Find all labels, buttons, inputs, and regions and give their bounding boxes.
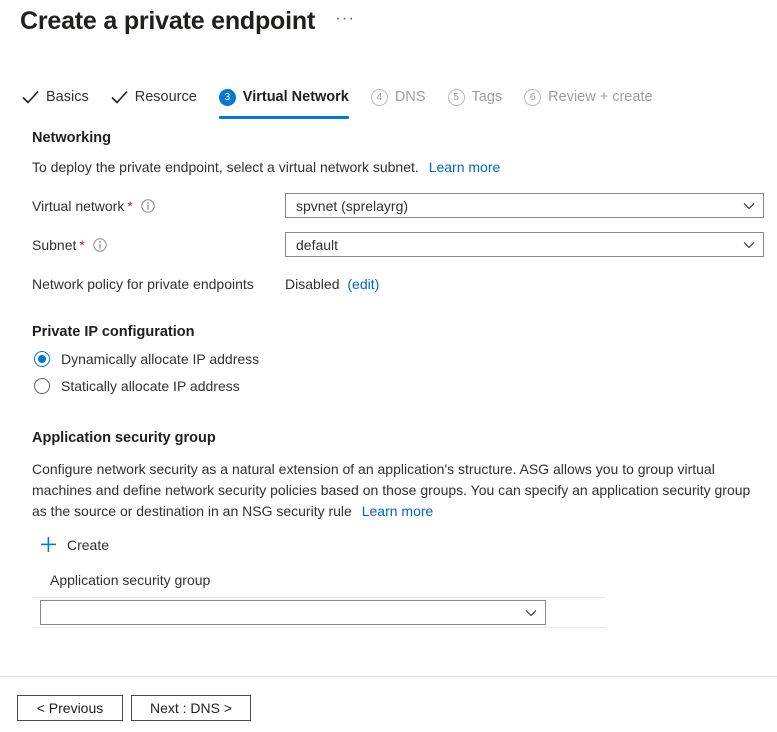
asg-learn-more-link[interactable]: Learn more xyxy=(362,503,434,519)
check-icon xyxy=(111,90,128,104)
tab-virtual-network[interactable]: 3 Virtual Network xyxy=(218,82,349,119)
asg-select-dropdown[interactable] xyxy=(40,600,546,625)
radio-static-ip[interactable]: Statically allocate IP address xyxy=(34,378,240,394)
active-tab-underline xyxy=(218,116,349,119)
network-policy-value: Disabled xyxy=(285,276,340,292)
required-asterisk: * xyxy=(127,198,133,214)
tab-label: Basics xyxy=(46,89,89,105)
plus-icon xyxy=(41,537,56,552)
network-policy-value-group: Disabled (edit) xyxy=(285,274,379,295)
subnet-label: Subnet * xyxy=(32,237,107,253)
virtual-network-dropdown[interactable]: spvnet (sprelayrg) xyxy=(285,193,764,218)
create-asg-button[interactable]: Create xyxy=(40,536,109,553)
required-asterisk: * xyxy=(79,237,85,253)
step-number-badge: 6 xyxy=(524,88,542,106)
wizard-tabs: Basics Resource 3 Virtual Network 4 DNS … xyxy=(22,82,675,119)
network-policy-label-text: Network policy for private endpoints xyxy=(32,276,254,292)
next-dns-button[interactable]: Next : DNS > xyxy=(131,695,251,721)
radio-indicator xyxy=(34,378,50,394)
chevron-down-icon xyxy=(743,241,755,248)
tab-resource[interactable]: Resource xyxy=(111,82,197,116)
asg-column-header: Application security group xyxy=(50,572,211,588)
networking-heading: Networking xyxy=(32,130,111,146)
tab-basics[interactable]: Basics xyxy=(22,82,89,116)
chevron-down-icon xyxy=(525,609,537,616)
step-number-badge: 4 xyxy=(370,88,388,106)
tab-dns[interactable]: 4 DNS xyxy=(370,82,426,116)
asg-heading: Application security group xyxy=(32,430,216,446)
more-options-icon[interactable]: ··· xyxy=(335,9,355,30)
networking-description-text: To deploy the private endpoint, select a… xyxy=(32,159,419,175)
asg-row-divider xyxy=(32,627,605,628)
tab-label: Tags xyxy=(471,89,503,105)
page-header: Create a private endpoint ··· xyxy=(20,6,355,36)
network-policy-edit-link[interactable]: (edit) xyxy=(347,276,379,292)
info-icon[interactable] xyxy=(141,199,155,213)
step-number-badge: 5 xyxy=(447,88,465,106)
asg-header-divider xyxy=(32,597,605,598)
step-number-badge: 3 xyxy=(218,88,236,106)
tab-label: Review + create xyxy=(548,89,653,105)
chevron-down-icon xyxy=(743,202,755,209)
tab-review-create[interactable]: 6 Review + create xyxy=(524,82,653,116)
previous-button[interactable]: < Previous xyxy=(17,695,123,721)
subnet-dropdown[interactable]: default xyxy=(285,232,764,257)
private-ip-heading: Private IP configuration xyxy=(32,324,195,340)
create-asg-label: Create xyxy=(67,536,110,553)
tab-label: Virtual Network xyxy=(242,89,349,105)
networking-description: To deploy the private endpoint, select a… xyxy=(32,157,732,178)
virtual-network-value: spvnet (sprelayrg) xyxy=(296,197,409,214)
virtual-network-label-text: Virtual network xyxy=(32,198,125,214)
subnet-value: default xyxy=(296,236,339,253)
radio-label: Dynamically allocate IP address xyxy=(61,351,260,367)
radio-label: Statically allocate IP address xyxy=(61,378,240,394)
radio-indicator xyxy=(34,351,50,367)
tab-label: DNS xyxy=(394,89,426,105)
tab-tags[interactable]: 5 Tags xyxy=(447,82,503,116)
footer-divider xyxy=(0,676,777,677)
create-private-endpoint-page: Create a private endpoint ··· Basics Res… xyxy=(0,0,777,732)
networking-learn-more-link[interactable]: Learn more xyxy=(429,159,501,175)
info-icon[interactable] xyxy=(93,238,107,252)
network-policy-label: Network policy for private endpoints xyxy=(32,276,254,292)
subnet-label-text: Subnet xyxy=(32,237,77,253)
page-title: Create a private endpoint xyxy=(20,7,316,35)
asg-description: Configure network security as a natural … xyxy=(32,459,768,522)
check-icon xyxy=(22,90,39,104)
tab-label: Resource xyxy=(134,89,197,105)
radio-dynamic-ip[interactable]: Dynamically allocate IP address xyxy=(34,351,259,367)
virtual-network-label: Virtual network * xyxy=(32,198,155,214)
